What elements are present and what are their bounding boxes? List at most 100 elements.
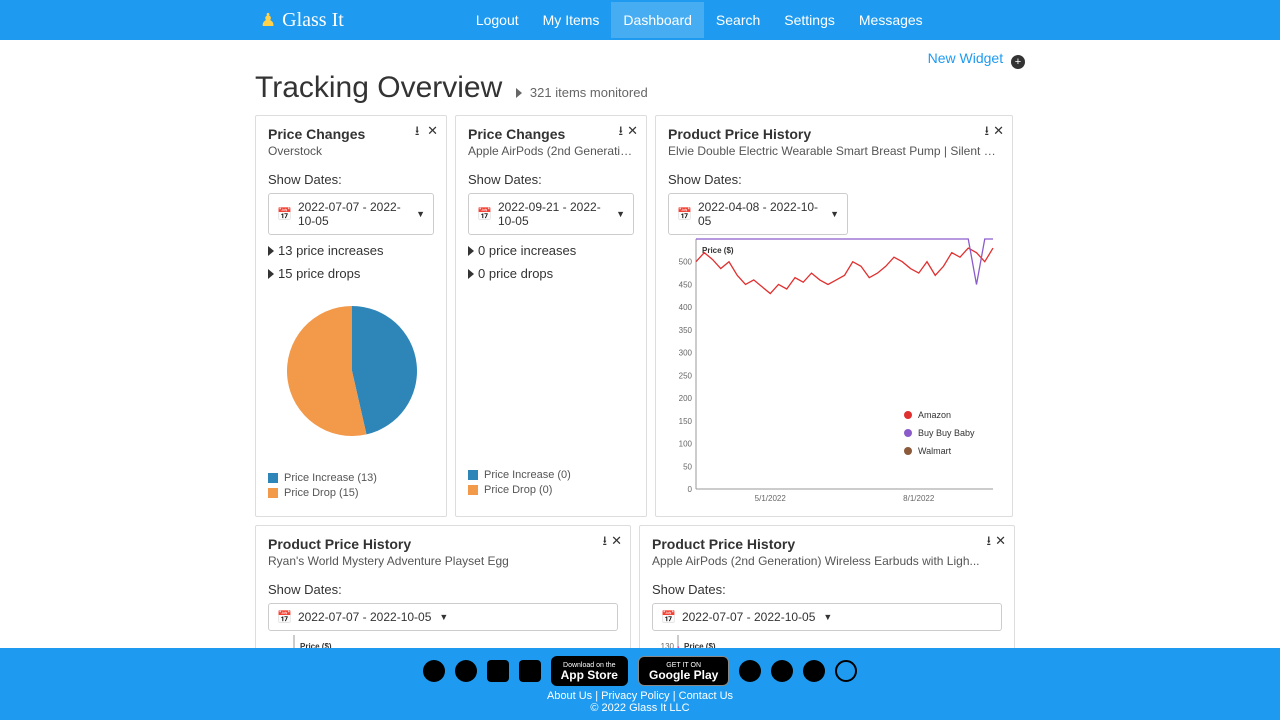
chevron-down-icon: ▼ bbox=[823, 612, 832, 622]
chevron-right-icon bbox=[516, 88, 522, 98]
facebook-icon[interactable] bbox=[423, 660, 445, 682]
date-range-picker[interactable]: 📅 2022-09-21 - 2022-10-05 ▼ bbox=[468, 193, 634, 235]
close-icon[interactable]: ✕ bbox=[995, 533, 1006, 549]
download-icon[interactable]: ⭳ bbox=[619, 122, 624, 144]
legend-swatch-increase bbox=[468, 470, 478, 480]
nav-messages[interactable]: Messages bbox=[847, 2, 935, 38]
widget-title: Product Price History bbox=[652, 536, 1002, 552]
compass-icon[interactable] bbox=[835, 660, 857, 682]
nav-logout[interactable]: Logout bbox=[464, 2, 531, 38]
widget-title: Product Price History bbox=[668, 126, 1000, 142]
show-dates-label: Show Dates: bbox=[668, 172, 1000, 187]
chevron-down-icon: ▼ bbox=[439, 612, 448, 622]
brand[interactable]: ♟ Glass It bbox=[260, 9, 344, 32]
plus-icon: + bbox=[1011, 55, 1025, 69]
widget-subtitle: Apple AirPods (2nd Generation) Wireless … bbox=[652, 554, 1002, 568]
svg-text:Amazon: Amazon bbox=[918, 410, 951, 420]
footer-link-privacy[interactable]: Privacy Policy bbox=[601, 690, 669, 702]
widget-price-changes-airpods: ⭳✕ Price Changes Apple AirPods (2nd Gene… bbox=[455, 115, 647, 517]
show-dates-label: Show Dates: bbox=[652, 582, 1002, 597]
show-dates-label: Show Dates: bbox=[468, 172, 634, 187]
new-widget-link[interactable]: New Widget + bbox=[928, 50, 1025, 66]
legend-swatch-drop bbox=[268, 488, 278, 498]
nav-dashboard[interactable]: Dashboard bbox=[611, 2, 704, 38]
google-play-badge[interactable]: GET IT ON Google Play bbox=[638, 656, 729, 686]
brand-logo-icon: ♟ bbox=[260, 10, 276, 31]
svg-text:350: 350 bbox=[679, 326, 693, 335]
footer: Download on the App Store GET IT ON Goog… bbox=[0, 648, 1280, 720]
footer-copyright: © 2022 Glass It LLC bbox=[590, 702, 689, 714]
instagram-icon[interactable] bbox=[487, 660, 509, 682]
close-icon[interactable]: ✕ bbox=[427, 123, 438, 139]
price-increases-link[interactable]: 13 price increases bbox=[268, 243, 434, 258]
download-icon[interactable]: ⭳ bbox=[985, 122, 990, 144]
calendar-icon: 📅 bbox=[477, 207, 492, 221]
date-range-picker[interactable]: 📅 2022-07-07 - 2022-10-05 ▼ bbox=[268, 193, 434, 235]
legend-drop: Price Drop (0) bbox=[484, 484, 552, 496]
legend-increase: Price Increase (0) bbox=[484, 469, 571, 481]
calendar-icon: 📅 bbox=[661, 610, 676, 624]
legend-increase: Price Increase (13) bbox=[284, 472, 377, 484]
download-icon[interactable]: ⭳ bbox=[415, 122, 420, 144]
widget-subtitle: Apple AirPods (2nd Generation) ... bbox=[468, 144, 634, 158]
widget-subtitle: Elvie Double Electric Wearable Smart Bre… bbox=[668, 144, 1000, 158]
close-icon[interactable]: ✕ bbox=[627, 123, 638, 139]
widget-price-changes-overstock: ⭳ ✕ Price Changes Overstock Show Dates: … bbox=[255, 115, 447, 517]
price-increases-link[interactable]: 0 price increases bbox=[468, 243, 634, 258]
widget-title: Price Changes bbox=[268, 126, 434, 142]
widget-price-history-elvie: ⭳✕ Product Price History Elvie Double El… bbox=[655, 115, 1013, 517]
pie-chart bbox=[268, 281, 436, 461]
footer-link-about[interactable]: About Us bbox=[547, 690, 592, 702]
widget-title: Product Price History bbox=[268, 536, 618, 552]
twitter-icon[interactable] bbox=[455, 660, 477, 682]
safari-icon[interactable] bbox=[739, 660, 761, 682]
svg-text:0: 0 bbox=[688, 485, 693, 494]
nav-my-items[interactable]: My Items bbox=[531, 2, 612, 38]
nav-settings[interactable]: Settings bbox=[772, 2, 847, 38]
download-icon[interactable]: ⭳ bbox=[987, 532, 992, 554]
svg-text:250: 250 bbox=[679, 371, 693, 380]
new-widget-label: New Widget bbox=[928, 50, 1003, 66]
brand-name: Glass It bbox=[282, 9, 344, 32]
close-icon[interactable]: ✕ bbox=[993, 123, 1004, 139]
svg-text:5/1/2022: 5/1/2022 bbox=[755, 494, 787, 503]
download-icon[interactable]: ⭳ bbox=[603, 532, 608, 554]
edge-icon[interactable] bbox=[803, 660, 825, 682]
linkedin-icon[interactable] bbox=[519, 660, 541, 682]
calendar-icon: 📅 bbox=[677, 207, 692, 221]
show-dates-label: Show Dates: bbox=[268, 582, 618, 597]
chevron-down-icon: ▼ bbox=[416, 209, 425, 219]
svg-text:50: 50 bbox=[683, 462, 692, 471]
price-drops-link[interactable]: 15 price drops bbox=[268, 266, 434, 281]
close-icon[interactable]: ✕ bbox=[611, 533, 622, 549]
monitored-count[interactable]: 321 items monitored bbox=[516, 85, 647, 100]
calendar-icon: 📅 bbox=[277, 207, 292, 221]
footer-link-contact[interactable]: Contact Us bbox=[679, 690, 733, 702]
legend-drop: Price Drop (15) bbox=[284, 487, 359, 499]
svg-text:200: 200 bbox=[679, 394, 693, 403]
svg-text:400: 400 bbox=[679, 303, 693, 312]
svg-text:450: 450 bbox=[679, 280, 693, 289]
svg-text:8/1/2022: 8/1/2022 bbox=[903, 494, 935, 503]
chevron-down-icon: ▼ bbox=[616, 209, 625, 219]
footer-links: About Us | Privacy Policy | Contact Us ©… bbox=[0, 690, 1280, 714]
svg-text:500: 500 bbox=[679, 258, 693, 267]
nav-search[interactable]: Search bbox=[704, 2, 772, 38]
nav-links: LogoutMy ItemsDashboardSearchSettingsMes… bbox=[464, 2, 935, 38]
chrome-icon[interactable] bbox=[771, 660, 793, 682]
svg-text:Buy Buy Baby: Buy Buy Baby bbox=[918, 428, 975, 438]
date-range-picker[interactable]: 📅 2022-07-07 - 2022-10-05 ▼ bbox=[268, 603, 618, 631]
date-range-picker[interactable]: 📅 2022-07-07 - 2022-10-05 ▼ bbox=[652, 603, 1002, 631]
date-range-picker[interactable]: 📅 2022-04-08 - 2022-10-05 ▼ bbox=[668, 193, 848, 235]
price-drops-link[interactable]: 0 price drops bbox=[468, 266, 634, 281]
widget-subtitle: Ryan's World Mystery Adventure Playset E… bbox=[268, 554, 618, 568]
svg-text:Price ($): Price ($) bbox=[702, 246, 734, 255]
app-store-badge[interactable]: Download on the App Store bbox=[551, 656, 628, 686]
svg-text:150: 150 bbox=[679, 417, 693, 426]
line-chart: 0501001502002503003504004505005/1/20228/… bbox=[668, 235, 998, 505]
legend-swatch-drop bbox=[468, 485, 478, 495]
calendar-icon: 📅 bbox=[277, 610, 292, 624]
show-dates-label: Show Dates: bbox=[268, 172, 434, 187]
page-title: Tracking Overview bbox=[255, 71, 502, 105]
widget-subtitle: Overstock bbox=[268, 144, 434, 158]
